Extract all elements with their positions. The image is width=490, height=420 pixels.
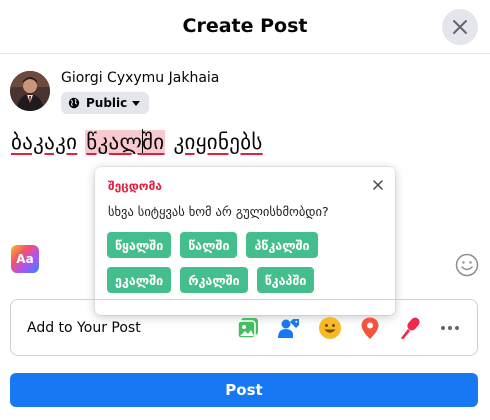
add-to-post-bar: Add to Your Post [10,299,478,356]
suggestion-button[interactable]: რკალში [180,267,248,293]
composer-word-2-part-2: ში [142,130,165,154]
dialog-header: Create Post [0,0,490,54]
tag-people-icon [278,319,299,338]
globe-icon [68,97,80,109]
profile-photo [10,71,50,111]
close-icon [373,180,383,190]
emoji-button[interactable] [455,253,479,277]
post-text-area[interactable]: ბაკაკი წკალში კიყინებს [10,129,264,154]
spellcheck-question: სხვა სიტყვას ხომ არ გულისხმობდი? [108,204,329,219]
check-in-button[interactable] [357,315,383,341]
close-button[interactable] [442,9,478,45]
suggestion-button[interactable]: პწკალში [246,232,318,258]
spellcheck-popup: შეცდომა სხვა სიტყვას ხომ არ გულისხმობდი?… [95,167,395,315]
user-name[interactable]: Giorgi Cyxymu Jakhaia [61,70,219,86]
dialog-title: Create Post [182,15,308,37]
spellcheck-close-button[interactable] [370,177,386,193]
suggestion-button[interactable]: წყალში [107,232,172,258]
live-icon [401,317,420,340]
composer-word-1: ბაკაკი [11,130,78,154]
more-icon [441,326,459,330]
suggestion-button[interactable]: წკაპში [256,267,315,293]
caret-down-icon [132,101,141,106]
suggestion-list: წყალში წალში პწკალში ეკალში რკალში წკაპშ… [107,232,347,293]
live-video-button[interactable] [397,315,423,341]
add-to-post-label: Add to Your Post [27,320,141,336]
composer-word-2-part-1: წკალ [86,130,143,154]
suggestion-button[interactable]: წალში [180,232,238,258]
location-icon [361,317,379,339]
composer-word-misspelled[interactable]: წკალში [85,129,166,154]
tag-people-button[interactable] [276,315,302,341]
avatar [10,71,50,111]
audience-label: Public [86,96,128,110]
feeling-activity-button[interactable] [317,315,343,341]
more-options-button[interactable] [437,315,463,341]
audience-selector[interactable]: Public [61,92,150,114]
composer-word-3: კიყინებს [173,130,263,154]
spellcheck-title: შეცდომა [108,179,163,193]
smiley-icon [455,253,479,277]
post-button[interactable]: Post [10,373,478,407]
close-icon [453,20,467,34]
photo-video-button[interactable] [235,315,261,341]
photo-icon [237,318,258,339]
feeling-icon [319,317,341,339]
suggestion-button[interactable]: ეკალში [107,267,172,293]
background-color-button[interactable]: Aa [11,245,39,273]
